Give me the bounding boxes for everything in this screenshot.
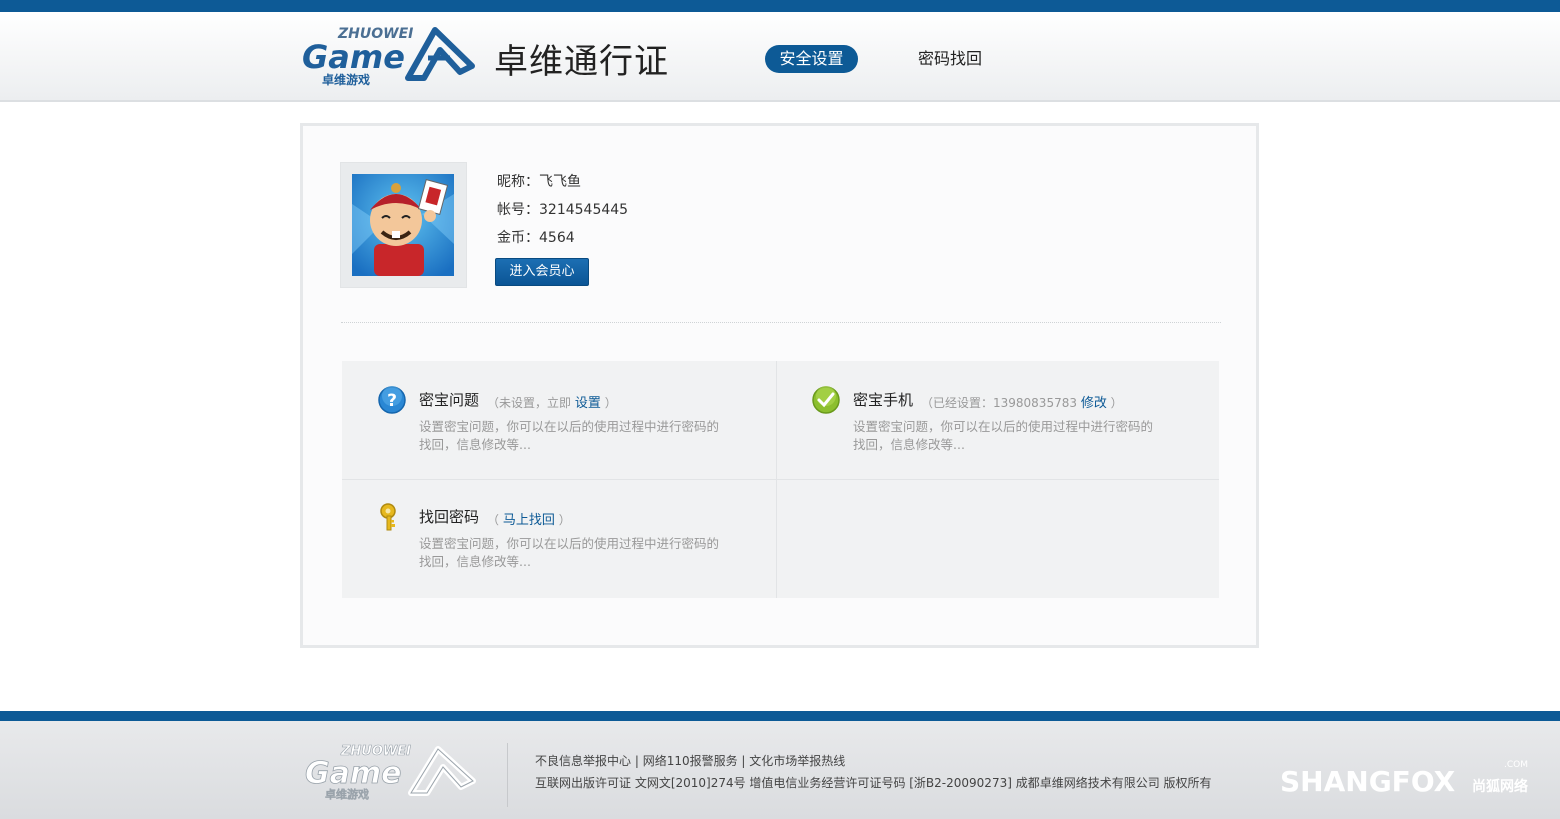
recover-now-link[interactable]: 马上找回 bbox=[503, 513, 555, 528]
account-label: 帐号： bbox=[497, 202, 539, 218]
nickname-value: 飞飞鱼 bbox=[539, 174, 581, 190]
footer-separator bbox=[507, 743, 508, 807]
footer-link-police-110[interactable]: 网络110报警服务 bbox=[643, 754, 738, 768]
grid-divider-horizontal bbox=[342, 479, 1219, 480]
account-value: 3214545445 bbox=[539, 202, 629, 218]
recover-password-status: （ 马上找回 ） bbox=[487, 513, 571, 528]
avatar[interactable] bbox=[352, 174, 454, 276]
security-phone-title: 密宝手机 bbox=[853, 391, 914, 409]
footer-link-culture-hotline[interactable]: 文化市场举报热线 bbox=[749, 754, 845, 768]
footer-accent-bar bbox=[0, 711, 1560, 721]
footer-copyright: 互联网出版许可证 文网文[2010]274号 增值电信业务经营许可证号码 [浙B… bbox=[535, 776, 1212, 790]
zhuowei-game-logo[interactable]: ZHUOWEI Game 卓维游戏 bbox=[300, 22, 475, 88]
security-question-status: （未设置，立即 设置 ） bbox=[487, 396, 617, 411]
svg-text:Game: Game bbox=[305, 756, 401, 791]
nickname-label: 昵称： bbox=[497, 174, 539, 190]
security-grid: ? 密宝问题 （未设置，立即 设置 ） 设置密宝问题，你可以在以后的使用过程中进… bbox=[342, 361, 1219, 598]
tab-security-settings[interactable]: 安全设置 bbox=[765, 45, 858, 73]
tab-password-recovery[interactable]: 密码找回 bbox=[905, 45, 995, 73]
security-phone-desc: 设置密宝问题，你可以在以后的使用过程中进行密码的找回，信息修改等... bbox=[853, 419, 1154, 452]
svg-text:?: ? bbox=[387, 391, 397, 411]
security-question-card: ? 密宝问题 （未设置，立即 设置 ） 设置密宝问题，你可以在以后的使用过程中进… bbox=[377, 385, 757, 465]
question-icon: ? bbox=[378, 386, 406, 414]
footer-logo[interactable]: ZHUOWEI Game 卓维游戏 bbox=[303, 741, 478, 801]
security-phone-card: 密宝手机 （已经设置：13980835783 修改 ） 设置密宝问题，你可以在以… bbox=[811, 385, 1201, 465]
dotted-divider bbox=[341, 322, 1221, 323]
footer: ZHUOWEI Game 卓维游戏 不良信息举报中心 | 网络110报警服务 |… bbox=[0, 721, 1560, 819]
account-panel: 昵称：飞飞鱼 帐号：3214545445 金币：4564 进入会员心 ? 密宝问… bbox=[300, 123, 1259, 648]
svg-text:SHANGFOX: SHANGFOX bbox=[1280, 765, 1456, 797]
footer-links: 不良信息举报中心 | 网络110报警服务 | 文化市场举报热线 bbox=[535, 754, 846, 768]
page-title: 卓维通行证 bbox=[494, 42, 669, 82]
top-accent-bar bbox=[0, 0, 1560, 12]
svg-text:.COM: .COM bbox=[1504, 760, 1528, 770]
recover-password-title: 找回密码 bbox=[419, 508, 480, 526]
header: ZHUOWEI Game 卓维游戏 卓维通行证 安全设置 密码找回 bbox=[0, 12, 1560, 102]
svg-text:尚狐网络: 尚狐网络 bbox=[1472, 778, 1528, 795]
svg-text:卓维游戏: 卓维游戏 bbox=[322, 72, 370, 87]
nickname-row: 昵称：飞飞鱼 bbox=[497, 171, 581, 191]
coins-value: 4564 bbox=[539, 230, 575, 246]
account-row: 帐号：3214545445 bbox=[497, 199, 628, 219]
recover-password-card: 找回密码 （ 马上找回 ） 设置密宝问题，你可以在以后的使用过程中进行密码的找回… bbox=[377, 502, 757, 582]
security-question-title: 密宝问题 bbox=[419, 391, 480, 409]
security-question-desc: 设置密宝问题，你可以在以后的使用过程中进行密码的找回，信息修改等... bbox=[419, 419, 720, 452]
security-phone-status: （已经设置：13980835783 修改 ） bbox=[921, 396, 1123, 411]
key-icon bbox=[380, 503, 396, 531]
coins-row: 金币：4564 bbox=[497, 227, 575, 247]
recover-password-desc: 设置密宝问题，你可以在以后的使用过程中进行密码的找回，信息修改等... bbox=[419, 536, 720, 569]
coins-label: 金币： bbox=[497, 230, 539, 246]
set-question-link[interactable]: 设置 bbox=[575, 396, 601, 411]
modify-phone-link[interactable]: 修改 bbox=[1081, 396, 1107, 411]
member-center-button[interactable]: 进入会员心 bbox=[495, 258, 589, 286]
avatar-frame bbox=[340, 162, 467, 288]
checkmark-icon bbox=[812, 386, 840, 414]
svg-text:Game: Game bbox=[302, 38, 405, 76]
footer-link-report-center[interactable]: 不良信息举报中心 bbox=[535, 754, 631, 768]
svg-text:卓维游戏: 卓维游戏 bbox=[325, 787, 369, 801]
shangfox-logo[interactable]: .COM SHANGFOX 尚狐网络 bbox=[1278, 757, 1533, 797]
